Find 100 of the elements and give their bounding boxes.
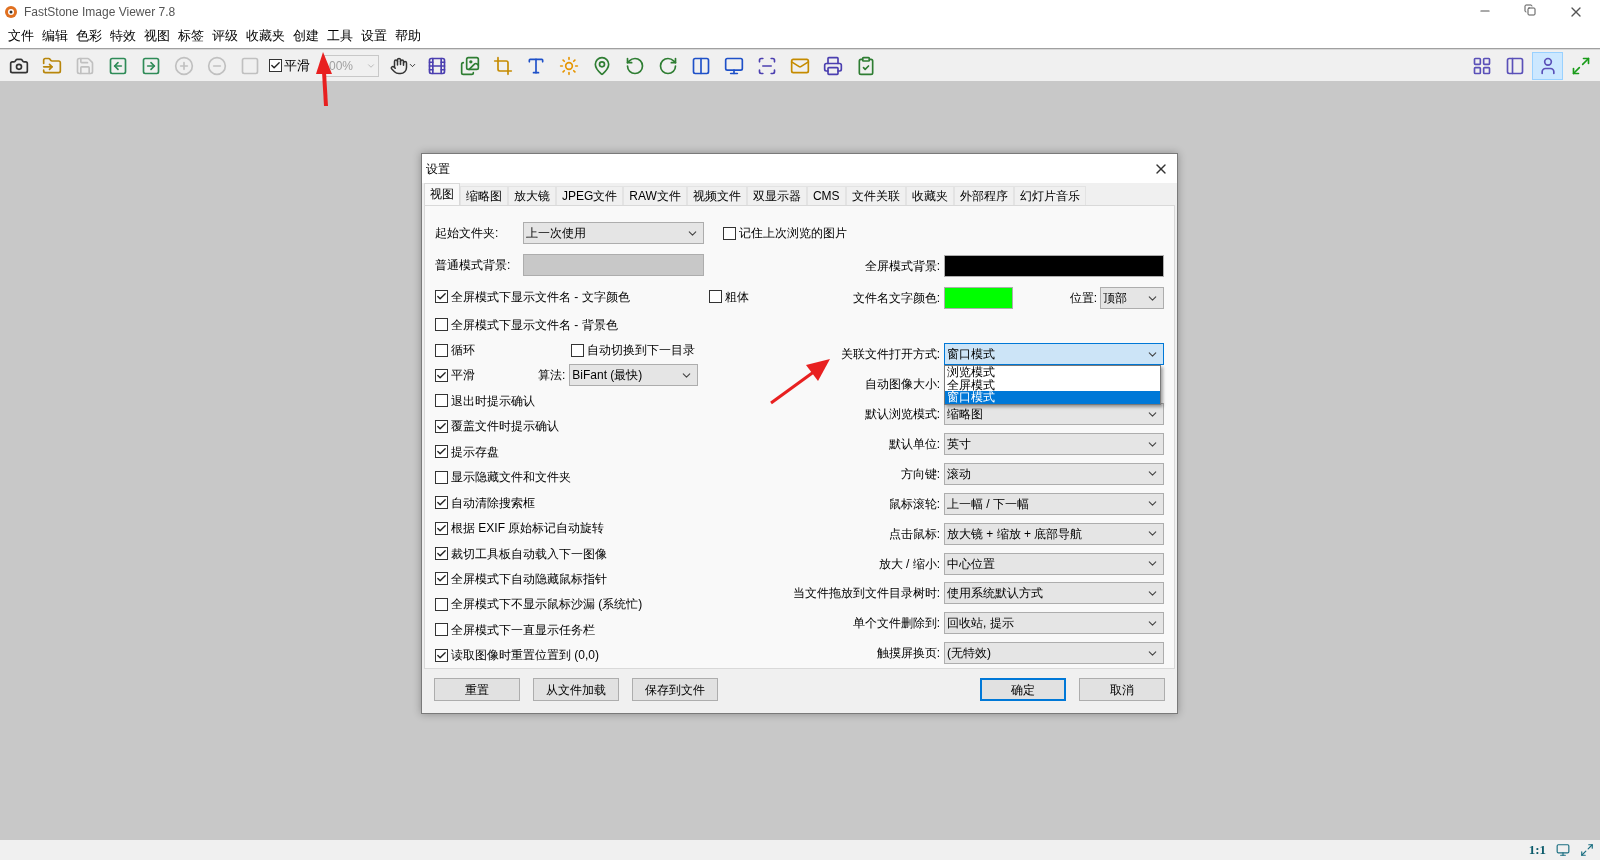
settings-tab[interactable]: 外部程序 — [953, 186, 1014, 205]
menu-item[interactable]: 特效 — [106, 25, 140, 46]
dialog-button[interactable]: 确定 — [980, 678, 1066, 701]
checkbox-label[interactable]: 平滑 — [451, 366, 475, 385]
checkbox[interactable] — [435, 394, 448, 408]
field-label: 全屏模式背景: — [864, 258, 940, 276]
checkbox[interactable] — [435, 496, 448, 510]
menu-item[interactable]: 编辑 — [38, 25, 72, 46]
menu-item[interactable]: 色彩 — [72, 25, 106, 46]
dialog-button[interactable]: 取消 — [1079, 678, 1165, 701]
checkbox-label[interactable]: 读取图像时重置位置到 (0,0) — [451, 646, 599, 665]
checkbox[interactable] — [435, 369, 448, 382]
dropdown[interactable]: BiFant (最快) — [569, 364, 699, 387]
checkbox-label[interactable]: 全屏模式下显示文件名 - 文字颜色 — [451, 287, 630, 306]
checkbox-label[interactable]: 记住上次浏览的图片 — [739, 224, 847, 243]
checkbox-label[interactable]: 显示隐藏文件和文件夹 — [451, 468, 571, 487]
menu-item[interactable]: 创建 — [289, 25, 323, 46]
settings-tab[interactable]: RAW文件 — [623, 186, 687, 205]
dialog-button[interactable]: 重置 — [434, 678, 520, 701]
actual-size-icon — [239, 55, 260, 76]
settings-tab[interactable]: 视图 — [424, 183, 460, 205]
settings-tab[interactable]: CMS — [806, 186, 846, 205]
checkbox-label[interactable]: 粗体 — [725, 287, 749, 306]
checkbox[interactable] — [571, 343, 584, 357]
restore-icon[interactable] — [1524, 3, 1536, 16]
settings-tab[interactable]: 缩略图 — [460, 186, 508, 205]
checkbox-label[interactable]: 退出时提示确认 — [451, 391, 535, 410]
checkbox-label[interactable]: 自动切换到下一目录 — [587, 341, 695, 360]
settings-tab[interactable]: 视频文件 — [686, 186, 747, 205]
checkbox[interactable] — [435, 597, 448, 611]
dropdown[interactable]: 上一次使用 — [523, 222, 704, 245]
checkbox[interactable] — [435, 623, 448, 637]
dropdown[interactable]: 回收站, 提示 — [944, 612, 1164, 635]
checkbox-label[interactable]: 裁切工具板自动载入下一图像 — [451, 544, 607, 563]
color-swatch[interactable] — [944, 255, 1164, 278]
dropdown[interactable]: 英寸 — [944, 433, 1164, 456]
settings-tab[interactable]: JPEG文件 — [556, 186, 624, 205]
checkbox[interactable] — [435, 470, 448, 484]
checkbox[interactable] — [435, 445, 448, 459]
menu-item[interactable]: 评级 — [208, 25, 242, 46]
checkbox[interactable] — [435, 547, 448, 561]
checkbox-label[interactable]: 全屏模式下一直显示任务栏 — [451, 620, 595, 639]
settings-tab[interactable]: 双显示器 — [746, 186, 807, 205]
fullscreen-icon[interactable] — [1580, 843, 1594, 857]
dialog-button[interactable]: 从文件加载 — [533, 678, 619, 701]
dropdown[interactable]: 中心位置 — [944, 552, 1164, 575]
check-icon — [270, 60, 281, 71]
color-swatch[interactable] — [944, 287, 1013, 310]
scanner-icon — [756, 55, 777, 76]
dropdown[interactable]: (无特效) — [944, 642, 1164, 665]
menu-item[interactable]: 工具 — [323, 25, 357, 46]
menu-item[interactable]: 收藏夹 — [242, 25, 289, 46]
settings-tab[interactable]: 幻灯片音乐 — [1013, 186, 1086, 205]
settings-tab[interactable]: 放大镜 — [508, 186, 556, 205]
dropdown[interactable]: 使用系统默认方式 — [944, 582, 1164, 605]
checkbox[interactable] — [435, 521, 448, 535]
dropdown[interactable]: 滚动 — [944, 462, 1164, 485]
color-swatch[interactable] — [523, 254, 704, 277]
menu-item[interactable]: 设置 — [357, 25, 391, 46]
save-icon — [74, 55, 95, 76]
menu-item[interactable]: 文件 — [4, 25, 38, 46]
checkbox-label[interactable]: 根据 EXIF 原始标记自动旋转 — [451, 519, 605, 538]
checkbox-label[interactable]: 全屏模式下显示文件名 - 背景色 — [451, 315, 618, 334]
checkbox[interactable] — [435, 290, 448, 304]
checkbox-label[interactable]: 平滑 — [284, 55, 310, 76]
check-icon — [436, 649, 447, 661]
zoom-out-icon — [206, 55, 227, 76]
checkbox[interactable] — [435, 572, 448, 586]
checkbox[interactable] — [435, 343, 448, 357]
checkbox[interactable] — [435, 318, 448, 332]
checkbox-label[interactable]: 自动清除搜索框 — [451, 493, 535, 512]
portrait-button[interactable] — [1532, 51, 1563, 80]
dropdown-option[interactable]: 窗口模式 — [945, 391, 1160, 404]
rotate-right-icon — [657, 55, 678, 76]
dropdown-option[interactable]: 浏览模式 — [945, 366, 1160, 379]
menu-item[interactable]: 视图 — [140, 25, 174, 46]
printer-icon — [822, 55, 843, 76]
checkbox[interactable] — [435, 648, 448, 662]
checkbox[interactable] — [269, 59, 282, 72]
checkbox[interactable] — [723, 226, 736, 240]
checkbox[interactable] — [709, 290, 722, 304]
dropdown-option[interactable]: 全屏模式 — [945, 378, 1160, 392]
checkbox-label[interactable]: 提示存盘 — [451, 442, 499, 461]
dropdown[interactable]: 放大镜 + 缩放 + 底部导航 — [944, 522, 1164, 545]
hand-icon — [390, 56, 408, 75]
menu-item[interactable]: 帮助 — [391, 25, 425, 46]
dropdown[interactable]: 缩略图 — [944, 403, 1164, 426]
settings-tab[interactable]: 收藏夹 — [905, 186, 954, 205]
dropdown[interactable]: 上一幅 / 下一幅 — [944, 492, 1164, 515]
dropdown[interactable]: 顶部 — [1100, 287, 1164, 310]
monitor-icon[interactable] — [1556, 843, 1570, 857]
checkbox[interactable] — [435, 419, 448, 433]
menu-item[interactable]: 标签 — [174, 25, 208, 46]
settings-tab[interactable]: 文件关联 — [845, 186, 906, 205]
checkbox-label[interactable]: 全屏模式下不显示鼠标沙漏 (系统忙) — [451, 595, 643, 614]
check-icon — [436, 420, 447, 432]
checkbox-label[interactable]: 全屏模式下自动隐藏鼠标指针 — [451, 570, 607, 588]
checkbox-label[interactable]: 循环 — [451, 341, 475, 360]
checkbox-label[interactable]: 覆盖文件时提示确认 — [451, 417, 559, 436]
dialog-button[interactable]: 保存到文件 — [632, 678, 718, 701]
